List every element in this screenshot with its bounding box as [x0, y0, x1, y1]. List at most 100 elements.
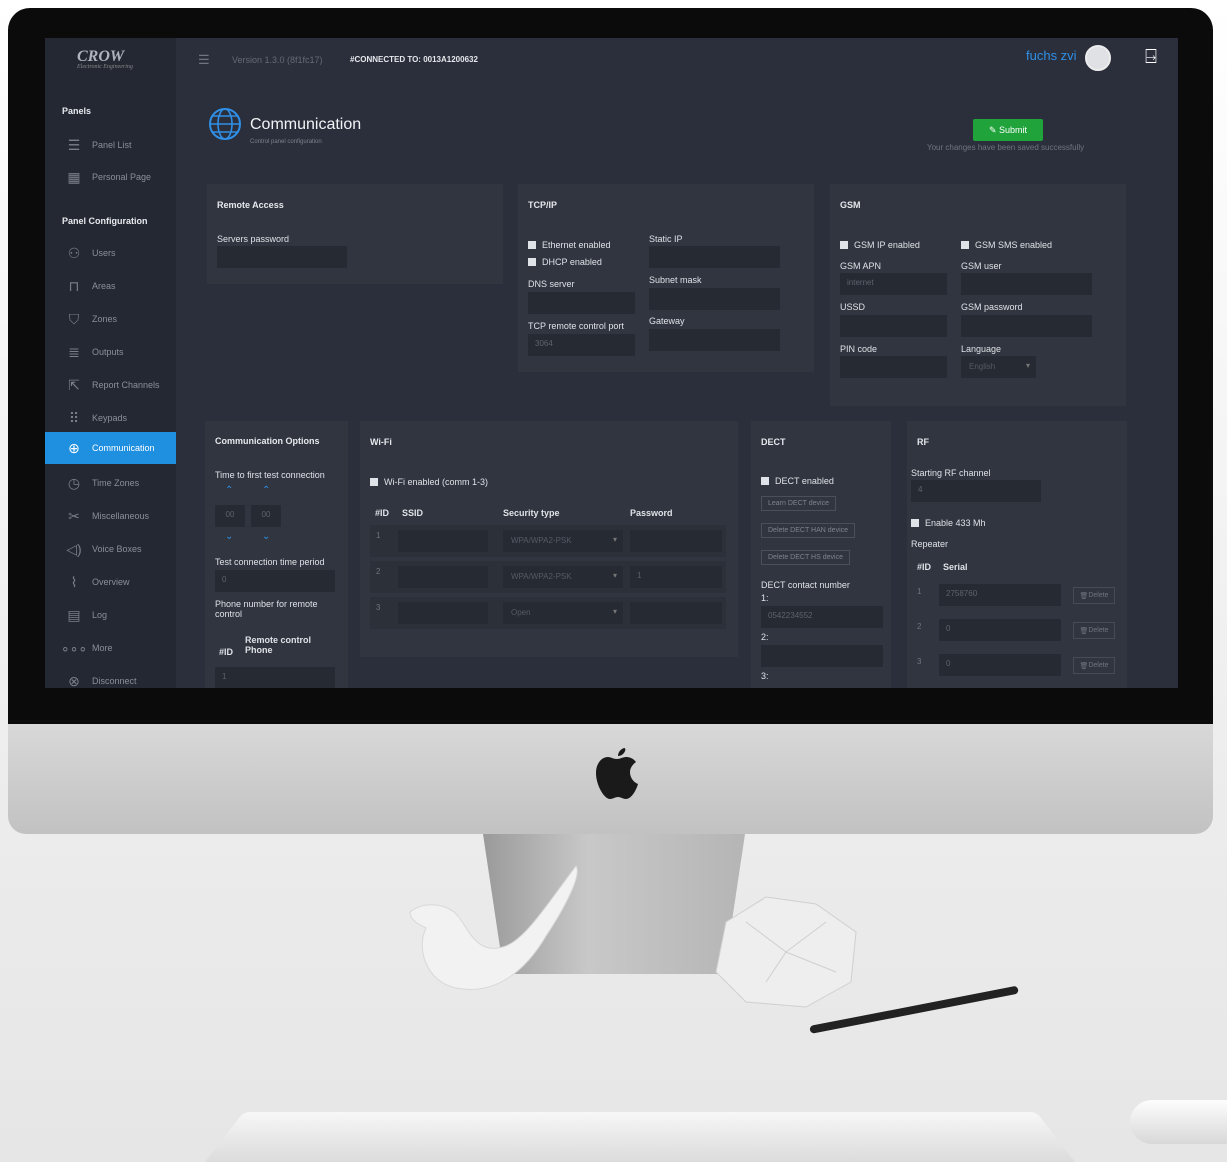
- minute-up-icon[interactable]: ⌃: [262, 485, 270, 496]
- more-icon: ∘∘∘: [60, 639, 88, 656]
- sidebar-item-keypads[interactable]: ⠿ Keypads: [45, 403, 176, 433]
- ssid-input[interactable]: [398, 602, 488, 624]
- language-select[interactable]: English: [961, 356, 1036, 378]
- sidebar-item-areas[interactable]: ⊓ Areas: [45, 271, 176, 301]
- report-icon: ⇱: [68, 376, 80, 393]
- ussd-input[interactable]: [840, 315, 947, 337]
- pin-input[interactable]: [840, 356, 947, 378]
- hamburger-menu-icon[interactable]: ☰: [198, 52, 210, 68]
- sidebar-heading-panels: Panels: [62, 106, 92, 116]
- dect-enabled-checkbox[interactable]: DECT enabled: [761, 476, 834, 486]
- sidebar-item-log[interactable]: ▤ Log: [45, 600, 176, 630]
- ethernet-checkbox[interactable]: Ethernet enabled: [528, 240, 611, 250]
- minute-down-icon[interactable]: ⌄: [262, 531, 270, 542]
- sidebar-item-personal-page[interactable]: ▦ Personal Page: [45, 162, 176, 192]
- contact-2-input[interactable]: [761, 645, 883, 667]
- table-row: 2 WPA/WPA2-PSK 1: [370, 561, 726, 593]
- disconnect-icon: ⊗: [68, 672, 80, 689]
- user-name[interactable]: fuchs zvi: [1026, 48, 1077, 63]
- servers-password-input[interactable]: [217, 246, 347, 268]
- bird-figurine: [409, 865, 578, 990]
- wifi-panel: Wi-Fi Wi-Fi enabled (comm 1-3) #ID SSID …: [360, 421, 738, 657]
- sidebar-item-miscellaneous[interactable]: ✂ Miscellaneous: [45, 501, 176, 531]
- hour-input[interactable]: 00: [215, 505, 245, 527]
- sidebar-item-more[interactable]: ∘∘∘ More: [45, 633, 176, 663]
- gsm-user-input[interactable]: [961, 273, 1092, 295]
- sidebar-item-outputs[interactable]: ≣ Outputs: [45, 337, 176, 367]
- gateway-input[interactable]: [649, 329, 780, 351]
- desk-scene: CROW Electronic Engineering Panels ☰ Panel…: [0, 0, 1227, 1162]
- sidebar-item-zones[interactable]: ⛉ Zones: [45, 304, 176, 334]
- contact-1-input[interactable]: 0542234552: [761, 606, 883, 628]
- gsm-ip-checkbox[interactable]: GSM IP enabled: [840, 240, 920, 250]
- delete-dect-hs-button[interactable]: Delete DECT HS device: [761, 550, 850, 565]
- tcpip-panel: TCP/IP Ethernet enabled DHCP enabled DNS…: [518, 184, 814, 372]
- subnet-input[interactable]: [649, 288, 780, 310]
- submit-button[interactable]: ✎ Submit: [973, 119, 1043, 141]
- minute-input[interactable]: 00: [251, 505, 281, 527]
- hour-up-icon[interactable]: ⌃: [225, 485, 233, 496]
- password-input[interactable]: [630, 530, 722, 552]
- delete-button[interactable]: 🗑 Delete: [1073, 587, 1115, 604]
- serial-input[interactable]: 0: [939, 654, 1061, 676]
- period-input[interactable]: 0: [215, 570, 335, 592]
- speaker-icon: ◁): [66, 540, 82, 557]
- col-id: #ID: [219, 647, 234, 657]
- ssid-input[interactable]: [398, 566, 488, 588]
- list-icon: ☰: [67, 136, 81, 153]
- password-input[interactable]: [630, 602, 722, 624]
- gsm-sms-checkbox[interactable]: GSM SMS enabled: [961, 240, 1052, 250]
- tools-icon: ✂: [68, 507, 80, 524]
- gsm-apn-label: GSM APN: [840, 261, 882, 271]
- keypad-icon: ⠿: [68, 409, 80, 426]
- learn-dect-button[interactable]: Learn DECT device: [761, 496, 836, 511]
- rf-panel: RF Starting RF channel 4 Enable 433 Mh R…: [907, 421, 1127, 688]
- gsm-apn-input[interactable]: internet: [840, 273, 947, 295]
- dns-label: DNS server: [528, 279, 575, 289]
- crumpled-paper: [715, 896, 857, 1008]
- row-id: 2: [917, 622, 922, 631]
- sidebar-item-overview[interactable]: ⌇ Overview: [45, 567, 176, 597]
- connection-status: #CONNECTED TO: 0013A1200632: [350, 55, 478, 64]
- phone-row-input[interactable]: 1: [215, 667, 335, 688]
- ssid-input[interactable]: [398, 530, 488, 552]
- sidebar-item-panel-list[interactable]: ☰ Panel List: [45, 130, 176, 160]
- panel-title: TCP/IP: [528, 200, 558, 210]
- contact-3-label: 3:: [761, 671, 769, 681]
- row-id: 3: [376, 603, 381, 612]
- security-select[interactable]: WPA/WPA2-PSK: [503, 530, 623, 552]
- security-select[interactable]: WPA/WPA2-PSK: [503, 566, 623, 588]
- col-id: #ID: [375, 508, 390, 518]
- delete-button[interactable]: 🗑 Delete: [1073, 622, 1115, 639]
- serial-input[interactable]: 0: [939, 619, 1061, 641]
- dhcp-checkbox[interactable]: DHCP enabled: [528, 257, 602, 267]
- gsm-password-input[interactable]: [961, 315, 1092, 337]
- hour-down-icon[interactable]: ⌄: [225, 531, 233, 542]
- start-channel-input[interactable]: 4: [911, 480, 1041, 502]
- security-select[interactable]: Open: [503, 602, 623, 624]
- delete-button[interactable]: 🗑 Delete: [1073, 657, 1115, 674]
- sidebar-item-time-zones[interactable]: ◷ Time Zones: [45, 468, 176, 498]
- sidebar-item-users[interactable]: ⚇ Users: [45, 238, 176, 268]
- delete-dect-han-button[interactable]: Delete DECT HAN device: [761, 523, 856, 538]
- sidebar-item-voice-boxes[interactable]: ◁) Voice Boxes: [45, 534, 176, 564]
- sidebar-item-communication[interactable]: ⊕ Communication: [45, 432, 176, 464]
- panel-title: RF: [917, 437, 929, 447]
- static-ip-input[interactable]: [649, 246, 780, 268]
- contact-2-label: 2:: [761, 632, 769, 642]
- dect-panel: DECT DECT enabled Learn DECT device Dele…: [751, 421, 891, 688]
- page-subtitle: Control panel configuration: [250, 139, 322, 145]
- wifi-enabled-checkbox[interactable]: Wi-Fi enabled (comm 1-3): [370, 477, 488, 487]
- tcp-port-input[interactable]: 3064: [528, 334, 635, 356]
- dns-input[interactable]: [528, 292, 635, 314]
- password-input[interactable]: 1: [630, 566, 722, 588]
- outputs-icon: ≣: [68, 343, 80, 360]
- sidebar-heading-config: Panel Configuration: [62, 216, 148, 226]
- period-label: Test connection time period: [215, 557, 325, 567]
- avatar[interactable]: [1085, 45, 1111, 71]
- serial-input[interactable]: 2758760: [939, 584, 1061, 606]
- logout-icon[interactable]: ⍈: [1145, 46, 1165, 70]
- sidebar-item-disconnect[interactable]: ⊗ Disconnect: [45, 666, 176, 689]
- sidebar-item-report-channels[interactable]: ⇱ Report Channels: [45, 370, 176, 400]
- enable-433-checkbox[interactable]: Enable 433 Mh: [911, 518, 986, 528]
